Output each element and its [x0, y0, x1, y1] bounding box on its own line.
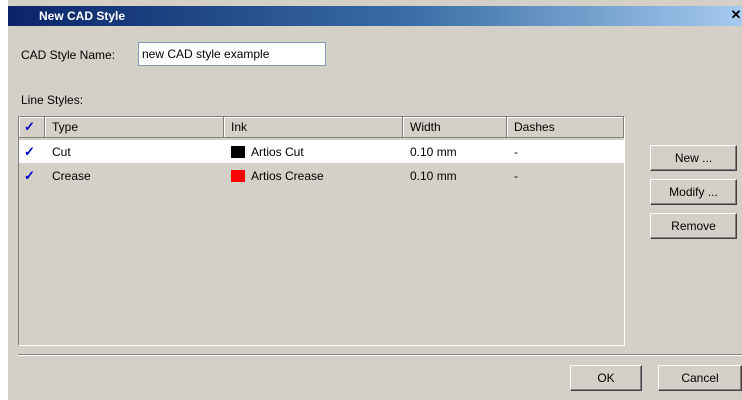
column-header-ink[interactable]: Ink — [224, 117, 403, 138]
header-check-column[interactable]: ✓ — [19, 117, 45, 138]
row-ink-label: Artios Cut — [251, 145, 304, 159]
dialog-title: New CAD Style — [39, 9, 126, 23]
row-width: 0.10 mm — [410, 169, 457, 183]
title-bar[interactable]: New CAD Style ✕ — [8, 6, 742, 26]
close-icon[interactable]: ✕ — [728, 8, 742, 22]
table-row[interactable]: ✓ Cut Artios Cut 0.10 mm - — [19, 140, 624, 163]
check-all-icon: ✓ — [24, 119, 35, 134]
row-type: Crease — [52, 169, 91, 183]
column-header-type[interactable]: Type — [45, 117, 224, 138]
remove-button[interactable]: Remove — [650, 213, 737, 239]
row-ink-label: Artios Crease — [251, 169, 324, 183]
row-check-icon[interactable]: ✓ — [24, 144, 35, 159]
line-styles-list[interactable]: ✓ Type Ink Width Dashes ✓ Cut Artios Cut… — [18, 116, 625, 346]
cad-style-name-input[interactable] — [138, 42, 326, 66]
line-styles-label: Line Styles: — [21, 93, 84, 107]
footer-separator — [18, 354, 742, 356]
row-ink: Artios Crease — [224, 164, 403, 187]
table-row[interactable]: ✓ Crease Artios Crease 0.10 mm - — [19, 164, 624, 187]
ink-color-swatch — [231, 146, 245, 158]
row-type: Cut — [52, 145, 71, 159]
modify-button[interactable]: Modify ... — [650, 179, 737, 205]
row-ink: Artios Cut — [224, 140, 403, 163]
row-check-icon[interactable]: ✓ — [24, 168, 35, 183]
cancel-button[interactable]: Cancel — [658, 365, 742, 391]
new-button[interactable]: New ... — [650, 145, 737, 171]
new-cad-style-dialog: New CAD Style ✕ CAD Style Name: Line Sty… — [8, 0, 742, 400]
list-header: ✓ Type Ink Width Dashes — [19, 117, 624, 138]
ok-button[interactable]: OK — [570, 365, 642, 391]
row-width: 0.10 mm — [410, 145, 457, 159]
column-header-dashes[interactable]: Dashes — [507, 117, 624, 138]
ink-color-swatch — [231, 170, 245, 182]
row-dashes: - — [514, 145, 518, 159]
cad-style-name-label: CAD Style Name: — [21, 48, 116, 62]
column-header-width[interactable]: Width — [403, 117, 507, 138]
row-dashes: - — [514, 169, 518, 183]
